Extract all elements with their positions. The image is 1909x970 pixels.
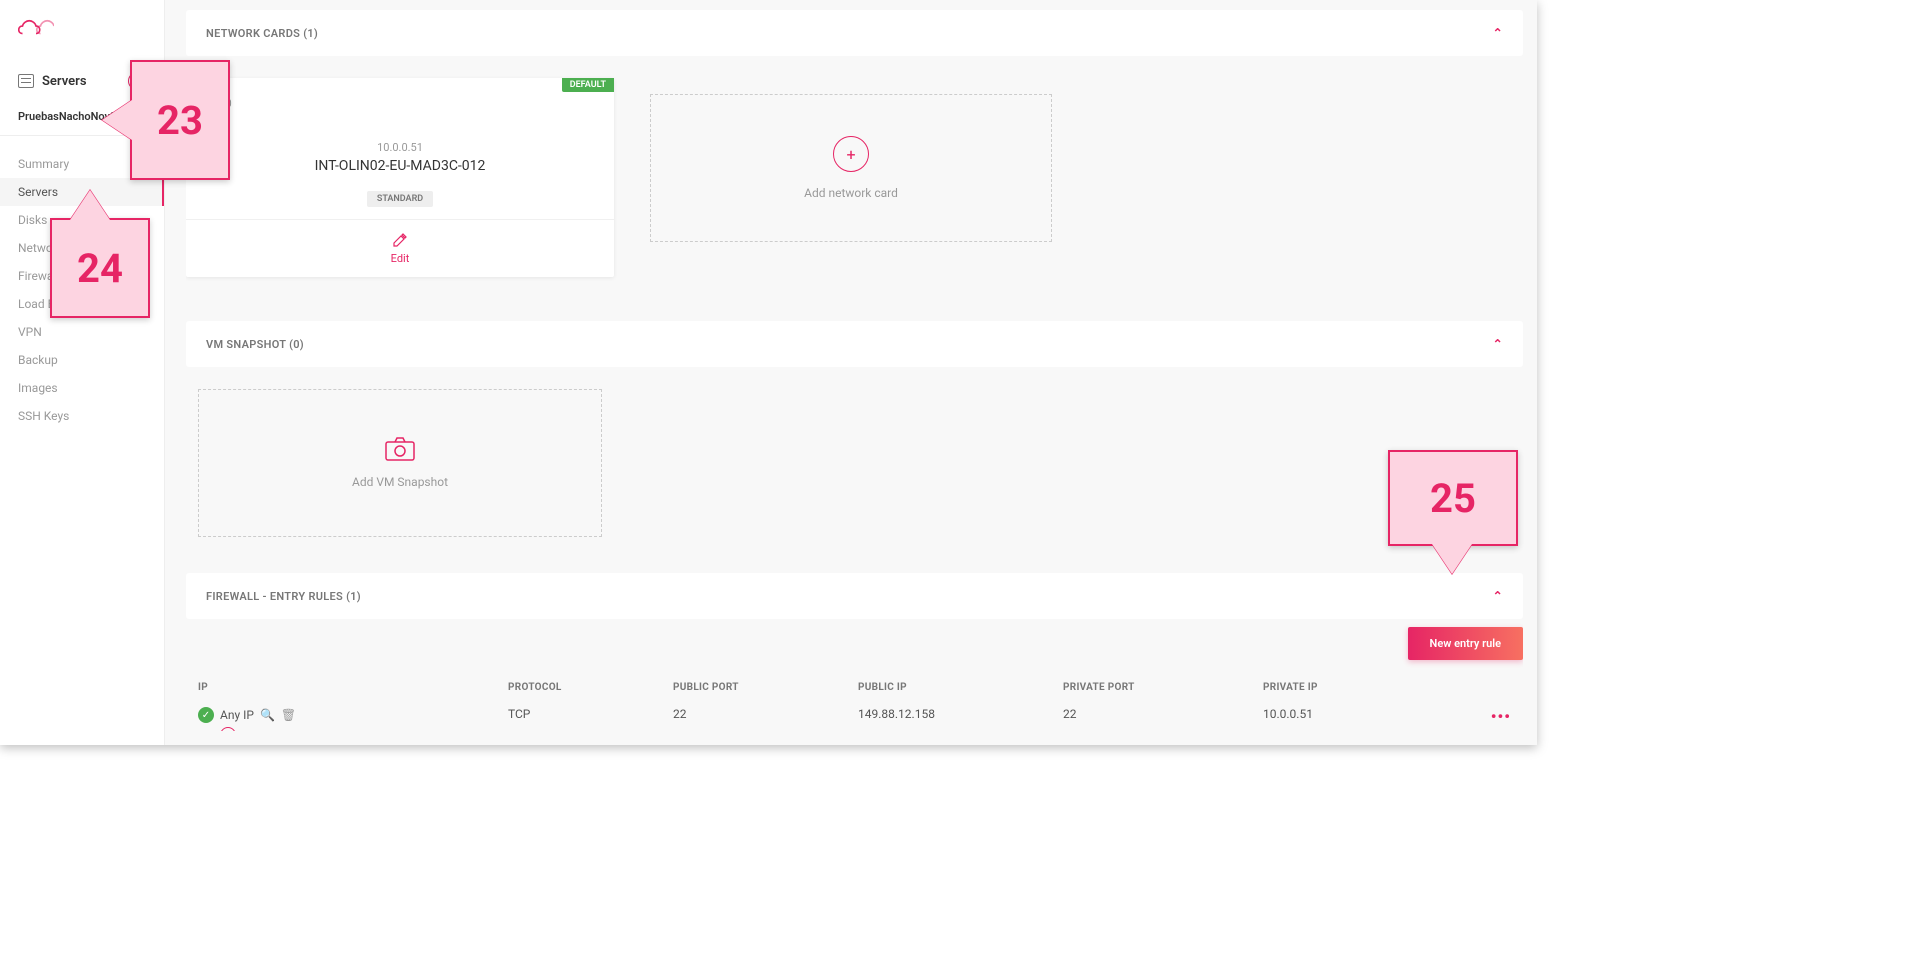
edit-label: Edit	[391, 252, 410, 265]
eth-label: ETH 0	[202, 97, 232, 110]
chevron-up-icon: ⌃	[1493, 337, 1503, 351]
network-panel-header[interactable]: NETWORK CARDS (1) ⌃	[186, 10, 1523, 56]
rule-private-ip: 10.0.0.51	[1263, 707, 1471, 721]
project-name: PruebasNachoNov2024	[18, 110, 135, 123]
firewall-table: IP PROTOCOL PUBLIC PORT PUBLIC IP PRIVAT…	[186, 670, 1523, 731]
col-public-ip: PUBLIC IP	[858, 682, 1063, 693]
card-tier: STANDARD	[367, 191, 433, 207]
check-icon: ✓	[198, 707, 214, 723]
network-panel-title: NETWORK CARDS (1)	[206, 27, 318, 40]
add-snapshot-card[interactable]: Add VM Snapshot	[198, 389, 602, 537]
rule-private-port: 22	[1063, 707, 1263, 721]
add-snapshot-label: Add VM Snapshot	[352, 475, 448, 489]
nav-networks[interactable]: Networks/IPs	[0, 234, 164, 262]
nav-servers[interactable]: Servers	[0, 178, 164, 206]
firewall-panel: FIREWALL - ENTRY RULES (1) ⌃	[186, 573, 1523, 619]
card-name: INT-OLIN02-EU-MAD3C-012	[196, 158, 604, 174]
main-content: NETWORK CARDS (1) ⌃ ETH 0 DEFAULT 10.0.0…	[186, 10, 1523, 731]
snapshot-panel-title: VM SNAPSHOT (0)	[206, 338, 304, 351]
sidebar-title: Servers	[42, 74, 87, 89]
rule-protocol: TCP	[508, 707, 673, 721]
rule-public-ip: 149.88.12.158	[858, 707, 1063, 721]
camera-icon	[385, 437, 415, 461]
network-card: ETH 0 DEFAULT 10.0.0.51 INT-OLIN02-EU-MA…	[186, 78, 614, 277]
search-icon[interactable]: 🔍	[260, 708, 275, 722]
firewall-panel-header[interactable]: FIREWALL - ENTRY RULES (1) ⌃	[186, 573, 1523, 619]
plus-icon: +	[833, 136, 869, 172]
chevron-up-icon: ⌃	[1493, 589, 1503, 603]
trash-icon[interactable]: 🗑	[281, 708, 296, 722]
default-badge: DEFAULT	[562, 78, 614, 92]
nav-summary[interactable]: Summary	[0, 150, 164, 178]
project-selector[interactable]: PruebasNachoNov2024	[0, 98, 164, 136]
firewall-panel-title: FIREWALL - ENTRY RULES (1)	[206, 590, 361, 603]
edit-card-button[interactable]: Edit	[186, 219, 614, 277]
nav-sshkeys[interactable]: SSH Keys	[0, 402, 164, 430]
col-private-port: PRIVATE PORT	[1063, 682, 1263, 693]
network-cards-panel: NETWORK CARDS (1) ⌃	[186, 10, 1523, 56]
edit-icon	[392, 232, 408, 248]
nav-vpn[interactable]: VPN	[0, 318, 164, 346]
sidebar-nav: Summary Servers Disks Networks/IPs Firew…	[0, 136, 164, 430]
col-ip: IP	[198, 682, 508, 693]
add-server-button[interactable]: +	[128, 72, 146, 90]
chevron-down-icon	[140, 115, 146, 119]
nav-backup[interactable]: Backup	[0, 346, 164, 374]
nav-loadbalancers[interactable]: Load Balancers	[0, 290, 164, 318]
new-entry-rule-button[interactable]: New entry rule	[1408, 627, 1523, 660]
add-network-card[interactable]: + Add network card	[650, 94, 1052, 242]
rule-ip: Any IP	[220, 708, 254, 722]
nav-disks[interactable]: Disks	[0, 206, 164, 234]
servers-icon	[18, 74, 34, 88]
col-public-port: PUBLIC PORT	[673, 682, 858, 693]
firewall-rule-row: ✓ Any IP 🔍 🗑 + TCP 22 149.88.12.158 22 1…	[198, 701, 1511, 731]
col-protocol: PROTOCOL	[508, 682, 673, 693]
sidebar: Servers + PruebasNachoNov2024 Summary Se…	[0, 0, 165, 745]
sidebar-header: Servers +	[0, 56, 164, 98]
chevron-up-icon: ⌃	[1493, 26, 1503, 40]
add-network-label: Add network card	[804, 186, 898, 200]
snapshot-panel: VM SNAPSHOT (0) ⌃	[186, 321, 1523, 367]
add-ip-button[interactable]: +	[220, 727, 236, 731]
col-private-ip: PRIVATE IP	[1263, 682, 1471, 693]
row-more-button[interactable]: •••	[1471, 707, 1511, 726]
firewall-table-head: IP PROTOCOL PUBLIC PORT PUBLIC IP PRIVAT…	[198, 674, 1511, 701]
brand-logo	[0, 0, 164, 56]
nav-images[interactable]: Images	[0, 374, 164, 402]
nav-firewall[interactable]: Firewall	[0, 262, 164, 290]
snapshot-panel-header[interactable]: VM SNAPSHOT (0) ⌃	[186, 321, 1523, 367]
network-cards-row: ETH 0 DEFAULT 10.0.0.51 INT-OLIN02-EU-MA…	[186, 72, 1523, 277]
card-ip: 10.0.0.51	[196, 141, 604, 154]
rule-public-port: 22	[673, 707, 858, 721]
